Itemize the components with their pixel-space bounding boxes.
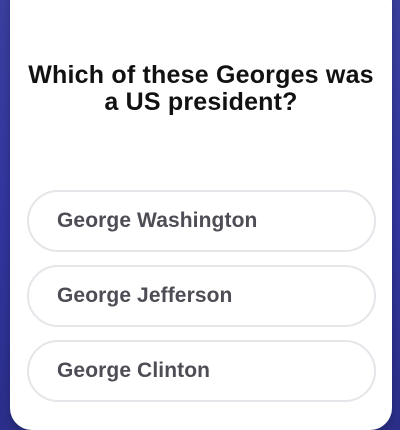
- answer-option-george-jefferson[interactable]: George Jefferson: [27, 265, 376, 327]
- answer-option-george-clinton[interactable]: George Clinton: [27, 340, 376, 402]
- question-text: Which of these Georges was a US presiden…: [28, 61, 374, 116]
- question-card: Which of these Georges was a US presiden…: [10, 0, 392, 430]
- answer-options: George Washington George Jefferson Georg…: [27, 190, 376, 415]
- answer-option-label: George Jefferson: [57, 284, 233, 307]
- answer-option-label: George Clinton: [57, 359, 211, 382]
- answer-option-george-washington[interactable]: George Washington: [27, 190, 376, 252]
- background-edge-left: [0, 0, 10, 430]
- answer-option-label: George Washington: [57, 209, 258, 232]
